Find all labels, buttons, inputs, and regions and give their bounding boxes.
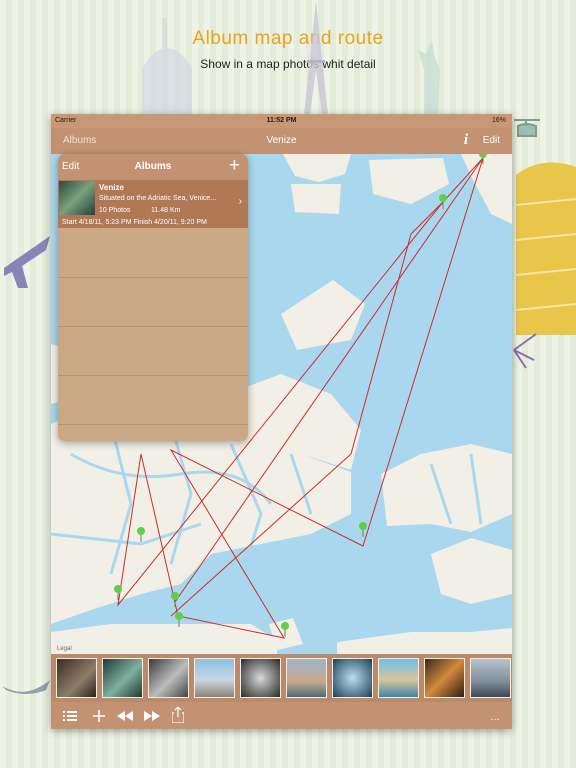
map-pin[interactable] bbox=[171, 592, 179, 607]
headline: Album map and route bbox=[192, 28, 384, 49]
status-bar: Carrier 11:52 PM 16% bbox=[51, 114, 512, 128]
clock: 11:52 PM bbox=[266, 117, 297, 124]
album-distance: 11.48 Km bbox=[151, 207, 181, 214]
photo-strip bbox=[51, 654, 512, 702]
divider bbox=[58, 424, 248, 425]
album-row[interactable]: Venize Situated on the Adriatic Sea, Ven… bbox=[58, 180, 248, 228]
album-name: Venize bbox=[99, 183, 124, 192]
divider bbox=[58, 375, 248, 376]
battery-label: 16% bbox=[491, 117, 506, 124]
subline: Show in a map photos whit detail bbox=[200, 57, 376, 71]
navigation-bar: Albums Venize i Edit bbox=[51, 128, 512, 154]
leaning-tower-icon bbox=[515, 162, 576, 335]
photo-thumbnail[interactable] bbox=[286, 658, 327, 698]
album-photo-count: 10 Photos bbox=[99, 207, 131, 214]
airplane-icon bbox=[4, 236, 50, 288]
photo-thumbnail[interactable] bbox=[56, 658, 97, 698]
albums-popover: Edit Albums + Venize Situated on the Adr… bbox=[58, 154, 248, 441]
popover-title: Albums bbox=[134, 161, 172, 172]
photo-thumbnail[interactable] bbox=[102, 658, 143, 698]
firework-icon bbox=[513, 333, 537, 369]
helicopter-icon bbox=[514, 119, 540, 137]
gondola-icon bbox=[2, 680, 50, 694]
list-icon[interactable] bbox=[63, 711, 77, 721]
map-pin[interactable] bbox=[359, 522, 367, 537]
page-title: Venize bbox=[266, 135, 297, 146]
popover-header: Edit Albums + bbox=[58, 154, 248, 180]
photo-thumbnail[interactable] bbox=[470, 658, 511, 698]
share-icon[interactable] bbox=[172, 707, 184, 723]
plus-icon[interactable] bbox=[93, 710, 105, 722]
ipad-screen: Carrier 11:52 PM 16% Albums Venize i Edi… bbox=[51, 114, 512, 729]
info-button[interactable]: i bbox=[464, 132, 468, 149]
divider bbox=[58, 326, 248, 327]
photo-thumbnail[interactable] bbox=[240, 658, 281, 698]
album-dates: Start 4/18/11, 5:23 PM Finish 4/20/11, 9… bbox=[62, 219, 207, 226]
statue-icon bbox=[418, 40, 440, 114]
eiffel-tower-icon bbox=[304, 0, 328, 114]
edit-button[interactable]: Edit bbox=[483, 135, 500, 146]
add-album-button[interactable]: + bbox=[229, 155, 240, 177]
fast-forward-icon[interactable] bbox=[144, 711, 160, 721]
photo-thumbnail[interactable] bbox=[332, 658, 373, 698]
legal-link[interactable]: Legal bbox=[57, 646, 72, 652]
photo-thumbnail[interactable] bbox=[148, 658, 189, 698]
divider bbox=[58, 277, 248, 278]
landmark-dome-icon bbox=[142, 18, 192, 114]
photo-thumbnail[interactable] bbox=[378, 658, 419, 698]
map-pin[interactable] bbox=[439, 194, 447, 209]
album-thumbnail bbox=[59, 181, 95, 215]
photo-thumbnail[interactable] bbox=[424, 658, 465, 698]
bottom-toolbar: … bbox=[51, 702, 512, 729]
photo-thumbnail[interactable] bbox=[194, 658, 235, 698]
album-description: Situated on the Adriatic Sea, Venice... bbox=[99, 195, 217, 202]
rewind-icon[interactable] bbox=[117, 711, 133, 721]
more-icon[interactable]: … bbox=[490, 712, 500, 723]
chevron-right-icon: › bbox=[238, 196, 242, 207]
